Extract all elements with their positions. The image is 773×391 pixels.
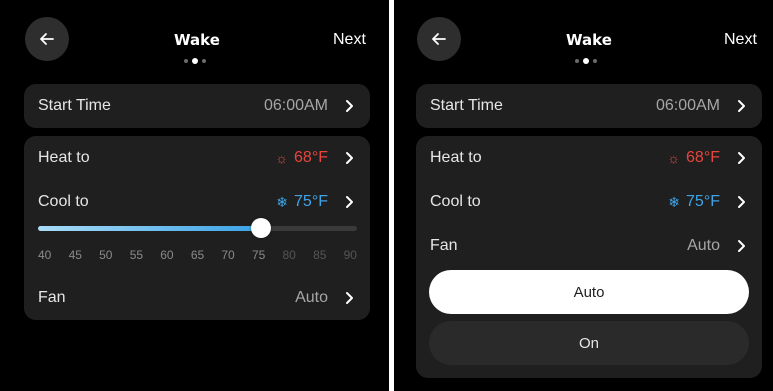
page-indicator xyxy=(575,58,597,64)
start-time-label: Start Time xyxy=(38,97,111,114)
sun-icon: ☼ xyxy=(667,150,681,166)
slider-tick-label: 60 xyxy=(160,248,174,262)
cool-to-value: 75°F xyxy=(686,193,720,210)
page-dot-active xyxy=(192,58,198,64)
fan-label: Fan xyxy=(38,289,66,306)
next-button[interactable]: Next xyxy=(724,31,757,49)
fan-label: Fan xyxy=(430,237,458,254)
start-time-label: Start Time xyxy=(430,97,503,114)
fan-row[interactable]: Fan Auto xyxy=(416,224,762,268)
cool-to-value: 75°F xyxy=(294,193,328,210)
heat-to-label: Heat to xyxy=(38,149,90,166)
page-dot xyxy=(184,59,188,63)
heat-to-row[interactable]: Heat to ☼ 68°F xyxy=(24,136,370,180)
slider-tick-label: 90 xyxy=(343,248,357,262)
cool-to-label: Cool to xyxy=(430,193,481,210)
start-time-card: Start Time 06:00AM xyxy=(416,84,762,128)
slider-tick-label: 55 xyxy=(129,248,144,262)
page-dot-active xyxy=(583,58,589,64)
chevron-right-icon xyxy=(346,292,353,304)
thermostat-screen-right: Wake Next Start Time 06:00AM Heat to ☼ 6… xyxy=(394,0,773,391)
back-button[interactable] xyxy=(417,17,461,61)
slider-tick-label: 40 xyxy=(38,248,52,262)
start-time-value: 06:00AM xyxy=(655,97,720,114)
back-button[interactable] xyxy=(25,17,69,61)
page-dot xyxy=(202,59,206,63)
settings-card: Heat to ☼ 68°F Cool to ❄ 75°F Fan Auto A… xyxy=(416,136,762,378)
cool-to-row[interactable]: Cool to ❄ 75°F xyxy=(416,180,762,224)
page-dot xyxy=(575,59,579,63)
fan-value: Auto xyxy=(687,237,720,254)
cool-to-label: Cool to xyxy=(38,193,89,210)
thermostat-screen-left: Wake Next Start Time 06:00AM Heat to ☼ 6… xyxy=(0,0,389,391)
chevron-right-icon xyxy=(346,152,353,164)
chevron-right-icon xyxy=(346,196,353,208)
heat-to-label: Heat to xyxy=(430,149,482,166)
chevron-right-icon xyxy=(346,100,353,112)
page-dot xyxy=(593,59,597,63)
arrow-left-icon xyxy=(432,33,446,45)
start-time-row[interactable]: Start Time 06:00AM xyxy=(24,84,370,128)
fan-option-auto[interactable]: Auto xyxy=(429,270,749,314)
temperature-slider[interactable] xyxy=(38,218,357,238)
fan-value: Auto xyxy=(295,289,328,306)
snowflake-icon: ❄ xyxy=(668,193,681,210)
chevron-right-icon xyxy=(738,100,745,112)
slider-fill xyxy=(38,226,262,231)
chevron-right-icon xyxy=(738,240,745,252)
snowflake-icon: ❄ xyxy=(276,193,289,210)
settings-card: Heat to ☼ 68°F Cool to ❄ 75°F 40 45 50 55 60… xyxy=(24,136,370,320)
slider-tick-label: 65 xyxy=(190,248,205,262)
fan-row[interactable]: Fan Auto xyxy=(24,276,370,320)
slider-tick-label: 85 xyxy=(313,248,327,262)
heat-to-row[interactable]: Heat to ☼ 68°F xyxy=(416,136,762,180)
slider-tick-label: 45 xyxy=(68,248,82,262)
page-indicator xyxy=(184,58,206,64)
sun-icon: ☼ xyxy=(275,150,289,166)
heat-to-value: 68°F xyxy=(294,149,328,166)
chevron-right-icon xyxy=(738,196,745,208)
page-title: Wake xyxy=(174,31,220,49)
start-time-value: 06:00AM xyxy=(263,97,328,114)
start-time-row[interactable]: Start Time 06:00AM xyxy=(416,84,762,128)
page-title: Wake xyxy=(566,31,612,49)
cool-to-row[interactable]: Cool to ❄ 75°F xyxy=(24,180,370,224)
slider-tick-label: 50 xyxy=(99,248,113,262)
fan-option-on[interactable]: On xyxy=(429,321,749,365)
slider-tick-label: 70 xyxy=(221,248,235,262)
slider-tick-label: 75 xyxy=(251,248,266,262)
chevron-right-icon xyxy=(738,152,745,164)
slider-tick-label: 80 xyxy=(282,248,296,262)
arrow-left-icon xyxy=(40,33,54,45)
slider-scale: 40 45 50 55 60 65 70 75 80 85 90 xyxy=(38,248,357,262)
start-time-card: Start Time 06:00AM xyxy=(24,84,370,128)
heat-to-value: 68°F xyxy=(686,149,720,166)
next-button[interactable]: Next xyxy=(333,31,366,49)
slider-thumb[interactable] xyxy=(251,218,272,238)
